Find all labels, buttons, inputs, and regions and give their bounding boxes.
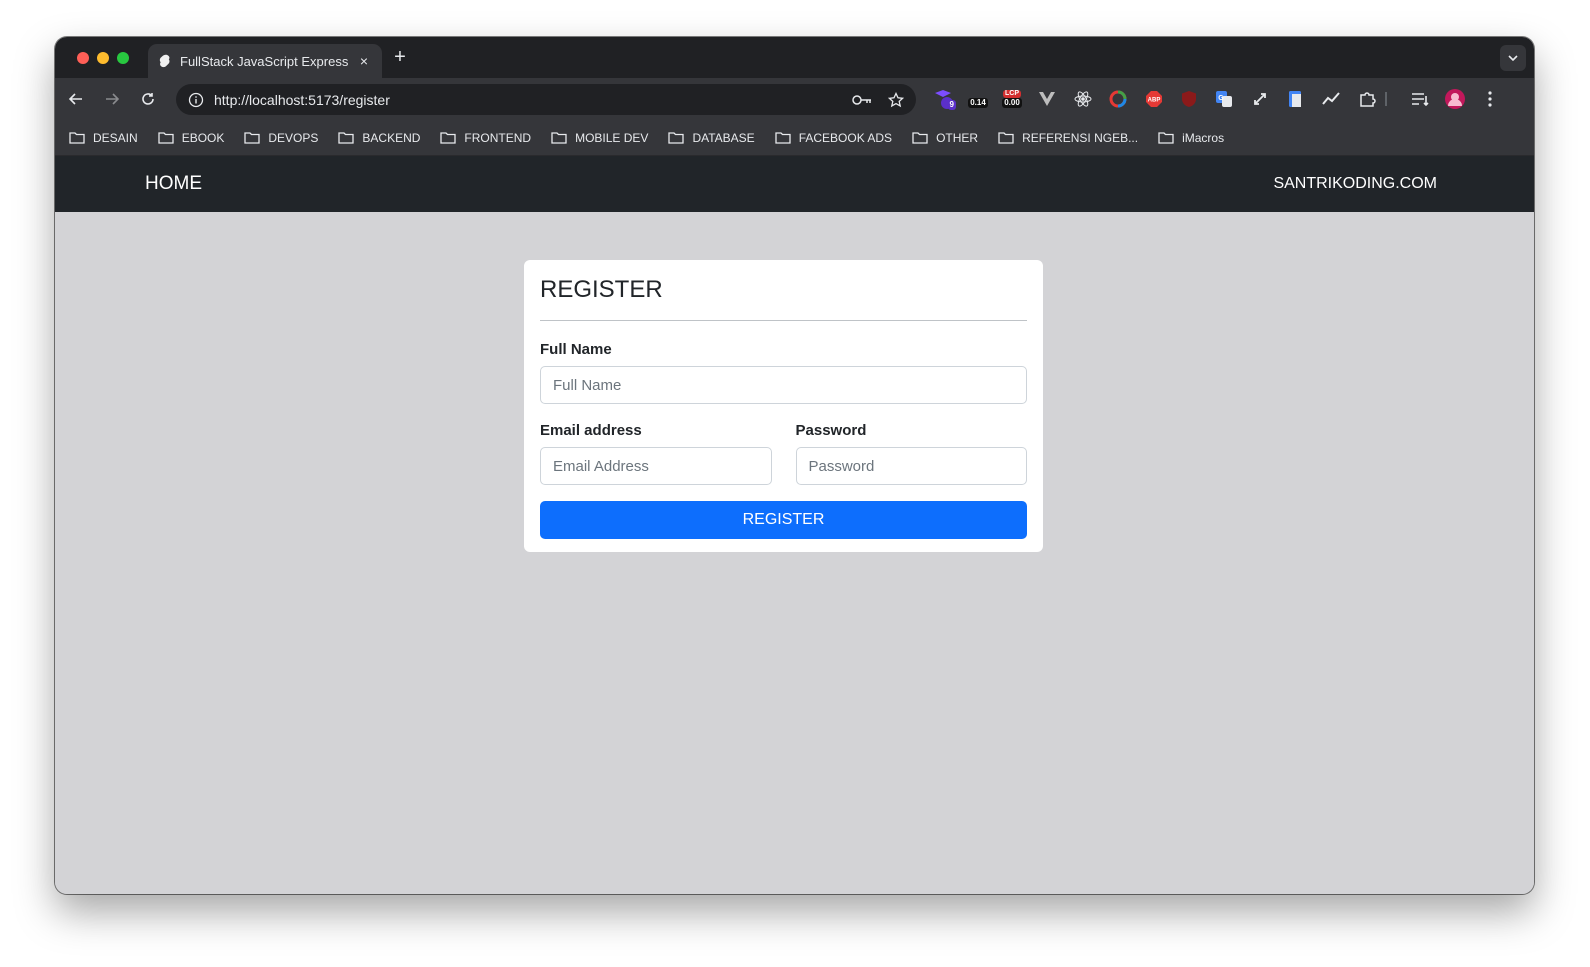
register-card: REGISTER Full Name Email address Passwor… [524, 260, 1043, 552]
svg-text:G: G [1218, 95, 1224, 102]
password-column: Password [795, 422, 1027, 485]
password-label: Password [795, 422, 867, 439]
cls-value: 0.14 [968, 98, 988, 108]
folder-icon [998, 132, 1014, 144]
folder-icon [244, 132, 261, 144]
folder-icon [440, 132, 457, 144]
browser-window: FullStack JavaScript Express × + http://… [55, 37, 1534, 894]
bookmark-folder[interactable]: BACKEND [338, 131, 420, 145]
toolbar-divider [1385, 92, 1387, 106]
url-text[interactable]: http://localhost:5173/register [214, 92, 852, 108]
bookmark-folder[interactable]: MOBILE DEV [551, 131, 648, 145]
folder-icon [69, 132, 85, 144]
email-input[interactable] [540, 447, 772, 485]
bookmark-folder[interactable]: DATABASE [668, 130, 755, 145]
bookmark-label: EBOOK [181, 130, 225, 145]
full-name-input[interactable] [540, 366, 1027, 404]
credentials-row: Email address Password [540, 422, 1027, 485]
svg-text:ABP: ABP [1148, 98, 1161, 104]
vue-devtools-icon[interactable] [1036, 88, 1058, 110]
site-navbar: HOME SANTRIKODING.COM [55, 156, 1534, 212]
folder-icon [338, 132, 355, 144]
email-column: Email address [540, 422, 772, 485]
nav-brand-link[interactable]: SANTRIKODING.COM [1273, 175, 1437, 193]
address-bar[interactable]: http://localhost:5173/register [176, 84, 916, 115]
new-tab-button[interactable]: + [388, 45, 412, 69]
browser-menu-icon[interactable] [1479, 88, 1501, 110]
email-label: Email address [540, 422, 642, 439]
tab-search-button[interactable] [1500, 45, 1526, 71]
cls-extension-icon[interactable]: 0.14 [964, 88, 992, 110]
forward-arrow-icon [106, 93, 120, 105]
bookmark-folder[interactable]: FACEBOOK ADS [775, 131, 892, 145]
extension-counter-badge: 9 [947, 100, 956, 110]
bookmark-label: FRONTEND [464, 130, 532, 145]
bookmark-folder[interactable]: EBOOK [158, 130, 225, 145]
bookmark-label: FACEBOOK ADS [798, 130, 893, 145]
bookmarks-bar: DESAIN EBOOK DEVOPS BACKEND FRONTEND MOB… [55, 120, 1534, 156]
folder-icon [912, 132, 928, 144]
forward-button[interactable] [99, 86, 125, 112]
lcp-label: LCP [1003, 90, 1021, 98]
close-window-button[interactable] [77, 52, 89, 64]
color-picker-icon[interactable] [1107, 88, 1129, 110]
bookmark-folder[interactable]: iMacros [1158, 131, 1224, 145]
react-devtools-icon[interactable] [1072, 88, 1094, 110]
maximize-window-button[interactable] [117, 52, 129, 64]
folder-icon [1158, 132, 1174, 144]
minimize-window-button[interactable] [97, 52, 109, 64]
docs-extension-icon[interactable] [1284, 88, 1306, 110]
bookmark-label: BACKEND [362, 130, 421, 145]
bookmark-label: iMacros [1182, 130, 1225, 145]
resize-window-icon[interactable] [1249, 88, 1271, 110]
card-divider [540, 320, 1027, 321]
profile-avatar[interactable] [1444, 88, 1466, 110]
bookmark-label: DATABASE [692, 130, 755, 145]
lcp-extension-icon[interactable]: LCP 0.00 [998, 88, 1026, 110]
reload-icon [142, 93, 154, 105]
bookmark-label: REFERENSI NGEB... [1022, 130, 1139, 145]
bookmark-label: MOBILE DEV [575, 130, 649, 145]
back-arrow-icon [68, 93, 82, 105]
bookmark-folder[interactable]: OTHER [912, 131, 978, 145]
register-button[interactable]: REGISTER [540, 501, 1027, 539]
folder-icon [668, 132, 685, 144]
lcp-value: 0.00 [1002, 98, 1022, 108]
extension-counter-icon[interactable]: 9 [932, 88, 956, 110]
window-controls [77, 52, 129, 64]
browser-tab[interactable]: FullStack JavaScript Express × [148, 44, 382, 78]
bookmark-label: DESAIN [93, 130, 138, 145]
back-button[interactable] [63, 86, 89, 112]
folder-icon [775, 132, 791, 144]
bookmark-folder[interactable]: REFERENSI NGEB... [998, 131, 1138, 145]
form-title: REGISTER [540, 276, 663, 303]
folder-icon [158, 132, 174, 144]
password-input[interactable] [795, 447, 1027, 485]
password-key-icon[interactable] [852, 94, 872, 106]
bookmark-label: DEVOPS [268, 130, 319, 145]
reading-list-icon[interactable] [1409, 88, 1431, 110]
svelte-favicon-icon [158, 54, 172, 68]
adblock-icon[interactable]: ABP [1143, 88, 1165, 110]
bookmark-folder[interactable]: DESAIN [69, 131, 138, 145]
ublock-icon[interactable] [1178, 88, 1200, 110]
site-info-icon[interactable] [188, 92, 204, 108]
full-name-label: Full Name [540, 341, 612, 358]
google-translate-icon[interactable]: G [1213, 88, 1235, 110]
nav-home-link[interactable]: HOME [145, 173, 202, 195]
bookmark-folder[interactable]: FRONTEND [440, 131, 531, 145]
tab-title: FullStack JavaScript Express [180, 53, 348, 69]
analytics-chart-icon[interactable] [1320, 88, 1342, 110]
bookmark-label: OTHER [936, 130, 979, 145]
page-content: HOME SANTRIKODING.COM REGISTER Full Name… [55, 156, 1534, 894]
tab-close-icon[interactable]: × [356, 53, 372, 69]
bookmark-star-icon[interactable] [888, 91, 904, 108]
folder-icon [551, 132, 567, 144]
chevron-down-icon [1508, 55, 1518, 61]
bookmark-folder[interactable]: DEVOPS [244, 131, 318, 145]
extensions-puzzle-icon[interactable] [1356, 88, 1378, 110]
reload-button[interactable] [135, 86, 161, 112]
browser-toolbar: http://localhost:5173/register 9 0.14 LC… [55, 78, 1534, 120]
tab-strip: FullStack JavaScript Express × + [55, 37, 1534, 78]
